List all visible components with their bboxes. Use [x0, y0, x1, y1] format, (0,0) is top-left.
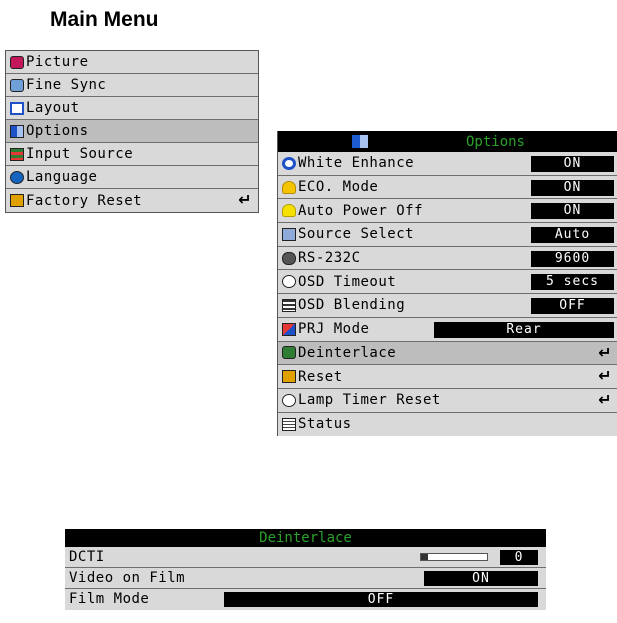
dcti-slider[interactable]: [420, 553, 488, 561]
options-menu: Options White Enhance ON ECO. Mode ON Au…: [277, 131, 617, 437]
osd-timeout-value[interactable]: 5 secs: [531, 274, 614, 291]
prj-mode-icon: [282, 322, 296, 336]
main-menu-item-layout[interactable]: Layout: [6, 97, 258, 120]
lamp-timer-clock-icon: [282, 393, 296, 407]
options-header: Options: [278, 131, 617, 152]
options-item-prj-mode[interactable]: PRJ Mode Rear: [278, 318, 617, 342]
options-item-eco-mode[interactable]: ECO. Mode ON: [278, 176, 617, 200]
osd-timeout-clock-icon: [282, 275, 296, 289]
auto-power-off-value[interactable]: ON: [531, 203, 614, 220]
osd-blending-value[interactable]: OFF: [531, 298, 614, 315]
deinterlace-panel: Deinterlace DCTI 0 Video on Film ON Film…: [65, 529, 546, 610]
dcti-slider-fill: [421, 554, 428, 560]
options-item-label: ECO. Mode: [298, 179, 379, 196]
eco-mode-bulb-icon: [282, 180, 296, 194]
options-item-label: Auto Power Off: [298, 202, 424, 219]
film-mode-value[interactable]: OFF: [224, 592, 538, 607]
prj-mode-value[interactable]: Rear: [434, 321, 614, 338]
deinterlace-header: Deinterlace: [65, 529, 546, 547]
layout-icon: [10, 101, 24, 115]
main-menu-item-label: Input Source: [26, 146, 134, 162]
main-menu-item-options[interactable]: Options: [6, 120, 258, 143]
main-menu-item-language[interactable]: Language: [6, 166, 258, 189]
options-item-reset[interactable]: Reset ↵: [278, 365, 617, 389]
reset-folder-icon: [282, 370, 296, 384]
main-menu-item-label: Language: [26, 169, 98, 185]
options-item-label: Status: [298, 416, 352, 433]
options-item-label: PRJ Mode: [298, 321, 370, 338]
options-item-osd-blending[interactable]: OSD Blending OFF: [278, 294, 617, 318]
options-icon: [352, 135, 368, 148]
options-header-label: Options: [465, 133, 525, 150]
main-menu-item-label: Factory Reset: [26, 192, 143, 209]
options-item-label: White Enhance: [298, 155, 415, 172]
video-on-film-label: Video on Film: [69, 570, 186, 586]
main-menu-item-input-source[interactable]: Input Source: [6, 143, 258, 166]
dcti-value: 0: [500, 550, 538, 565]
deinterlace-icon: [282, 346, 296, 360]
main-menu: Picture Fine Sync Layout Options Input S…: [5, 50, 259, 213]
deinterlace-item-video-on-film[interactable]: Video on Film ON: [65, 568, 546, 589]
dcti-label: DCTI: [69, 549, 105, 565]
options-item-auto-power-off[interactable]: Auto Power Off ON: [278, 199, 617, 224]
options-item-lamp-timer-reset[interactable]: Lamp Timer Reset ↵: [278, 389, 617, 413]
video-on-film-value[interactable]: ON: [424, 571, 538, 586]
osd-blending-icon: [282, 298, 296, 312]
white-enhance-value[interactable]: ON: [531, 156, 614, 172]
auto-power-off-bulb-icon: [282, 204, 296, 218]
main-menu-item-label: Layout: [26, 100, 80, 116]
eco-mode-value[interactable]: ON: [531, 179, 614, 196]
rs232c-value[interactable]: 9600: [531, 250, 614, 267]
source-select-icon: [282, 227, 296, 241]
rs232c-connector-icon: [282, 251, 296, 265]
options-icon: [10, 124, 24, 138]
options-item-rs232c[interactable]: RS-232C 9600: [278, 247, 617, 271]
options-item-label: RS-232C: [298, 250, 361, 267]
factory-reset-folder-icon: [10, 194, 24, 207]
picture-icon: [10, 55, 24, 69]
input-source-icon: [10, 147, 24, 161]
options-item-deinterlace[interactable]: Deinterlace ↵: [278, 341, 617, 366]
deinterlace-item-film-mode[interactable]: Film Mode OFF: [65, 589, 546, 610]
main-menu-item-label: Options: [26, 123, 89, 139]
main-menu-item-label: Fine Sync: [26, 77, 107, 93]
options-item-white-enhance[interactable]: White Enhance ON: [278, 152, 617, 176]
options-item-source-select[interactable]: Source Select Auto: [278, 223, 617, 247]
page-title: Main Menu: [50, 8, 159, 31]
options-item-label: Deinterlace: [298, 344, 397, 361]
options-item-label: OSD Timeout: [298, 273, 397, 290]
enter-arrow-icon: ↵: [598, 342, 612, 362]
enter-arrow-icon: ↵: [598, 389, 612, 409]
options-item-osd-timeout[interactable]: OSD Timeout 5 secs: [278, 270, 617, 295]
main-menu-item-label: Picture: [26, 54, 89, 70]
options-item-label: Lamp Timer Reset: [298, 392, 441, 409]
deinterlace-item-dcti[interactable]: DCTI 0: [65, 547, 546, 568]
options-item-label: Source Select: [298, 226, 415, 243]
options-item-label: OSD Blending: [298, 297, 406, 314]
source-select-value[interactable]: Auto: [531, 227, 614, 244]
film-mode-label: Film Mode: [69, 591, 150, 607]
status-document-icon: [282, 417, 296, 431]
language-globe-icon: [10, 170, 24, 184]
fine-sync-icon: [10, 78, 24, 92]
main-menu-item-picture[interactable]: Picture: [6, 51, 258, 74]
enter-arrow-icon: ↵: [238, 190, 252, 209]
main-menu-item-factory-reset[interactable]: Factory Reset ↵: [6, 189, 258, 212]
main-menu-item-fine-sync[interactable]: Fine Sync: [6, 74, 258, 97]
enter-arrow-icon: ↵: [598, 366, 612, 386]
options-item-label: Reset: [298, 368, 343, 385]
options-item-status[interactable]: Status: [278, 413, 617, 437]
white-enhance-icon: [282, 156, 296, 170]
